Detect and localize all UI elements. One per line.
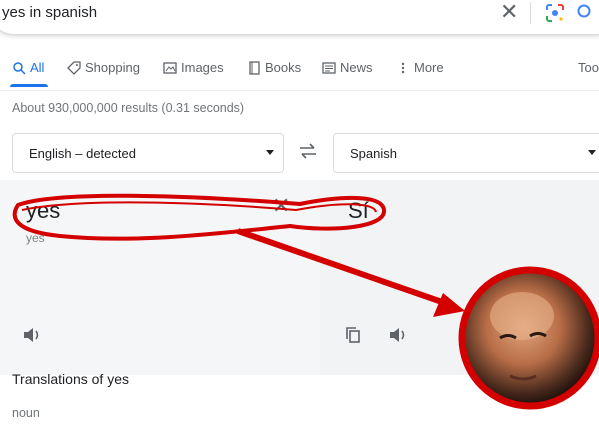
tab-all[interactable]: All: [12, 60, 44, 75]
book-icon: [249, 60, 260, 75]
tab-shopping[interactable]: Shopping: [67, 60, 140, 75]
swap-languages-icon[interactable]: [298, 142, 318, 160]
tab-label: Books: [265, 60, 302, 75]
target-language-select[interactable]: Spanish: [333, 133, 599, 173]
image-icon: [163, 61, 177, 74]
speaker-icon[interactable]: [388, 326, 408, 344]
tab-tools[interactable]: Too: [578, 60, 599, 75]
tab-label: Shopping: [85, 60, 140, 75]
translated-text: Sí: [348, 198, 369, 223]
tag-icon: [67, 60, 81, 75]
divider: [530, 2, 531, 24]
tab-label: More: [414, 60, 444, 75]
source-language-select[interactable]: English – detected: [12, 133, 284, 173]
kebab-icon: [401, 62, 405, 73]
speaker-icon[interactable]: [22, 326, 42, 344]
source-language-label: English – detected: [29, 146, 136, 161]
newspaper-icon: [322, 61, 336, 74]
search-bar[interactable]: yes in spanish ✕: [0, 0, 599, 34]
google-lens-icon[interactable]: [545, 3, 565, 23]
tab-images[interactable]: Images: [163, 60, 224, 75]
copy-icon[interactable]: [345, 326, 361, 344]
target-language-label: Spanish: [350, 146, 397, 161]
tab-label: Too: [578, 60, 599, 75]
divider: [0, 90, 599, 91]
search-icon: [13, 61, 26, 75]
source-text-input[interactable]: yes: [26, 198, 60, 224]
tab-news[interactable]: News: [322, 60, 373, 75]
tab-label: News: [340, 60, 373, 75]
chevron-down-icon: [266, 150, 274, 155]
active-tab-indicator: [10, 84, 48, 87]
tab-books[interactable]: Books: [247, 60, 301, 75]
close-icon[interactable]: ✕: [500, 1, 518, 23]
result-stats: About 930,000,000 results (0.31 seconds): [12, 101, 245, 115]
tab-more[interactable]: More: [396, 60, 444, 75]
search-tabs: All Shopping Images Books News More Too: [0, 60, 599, 82]
part-of-speech-label: noun: [12, 406, 40, 420]
tab-label: Images: [181, 60, 224, 75]
chevron-down-icon: [588, 150, 596, 155]
transliteration: yes: [26, 231, 45, 245]
search-icon[interactable]: [576, 3, 594, 23]
translations-heading: Translations of yes: [12, 371, 129, 387]
close-icon[interactable]: ✕: [272, 193, 290, 219]
tab-label: All: [30, 60, 45, 75]
face-mouth: [509, 374, 537, 381]
search-input[interactable]: yes in spanish: [2, 4, 97, 21]
